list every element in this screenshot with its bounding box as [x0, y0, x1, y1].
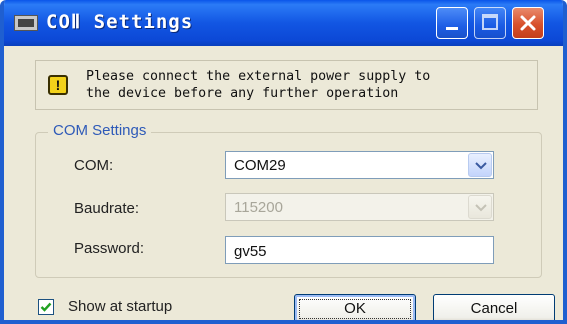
maximize-button[interactable]	[474, 7, 506, 39]
baudrate-select: 115200	[225, 193, 494, 221]
password-label: Password:	[74, 240, 145, 257]
minimize-icon	[446, 27, 458, 30]
checkmark-icon	[40, 302, 52, 312]
cancel-button[interactable]: Cancel	[433, 294, 555, 320]
window-app-icon	[14, 15, 38, 31]
chevron-down-icon	[475, 162, 487, 170]
close-button[interactable]	[512, 7, 544, 39]
show-at-startup-checkbox[interactable]	[38, 299, 54, 315]
password-value: gv55	[234, 243, 267, 260]
group-legend: COM Settings	[48, 122, 152, 139]
window-title: COⅡ Settings	[46, 11, 194, 33]
chevron-down-icon	[475, 204, 487, 212]
com-label: COM:	[74, 157, 114, 174]
password-field[interactable]: gv55	[225, 236, 494, 264]
com-dropdown-button[interactable]	[468, 153, 492, 177]
baudrate-label: Baudrate:	[74, 200, 140, 217]
maximize-icon	[482, 14, 498, 30]
minimize-button[interactable]	[436, 7, 468, 39]
com-port-select[interactable]: COM29	[225, 151, 494, 179]
power-notice: ! Please connect the external power supp…	[35, 60, 538, 110]
com-settings-dialog: COⅡ Settings ! Please connect the extern…	[0, 0, 567, 324]
title-bar[interactable]: COⅡ Settings	[4, 0, 563, 46]
warning-icon: !	[48, 75, 68, 95]
baudrate-dropdown-button	[468, 195, 492, 219]
close-icon	[520, 15, 536, 31]
baudrate-value: 115200	[234, 199, 283, 216]
show-at-startup-label[interactable]: Show at startup	[68, 298, 172, 315]
ok-button[interactable]: OK	[294, 294, 416, 320]
notice-text: Please connect the external power supply…	[86, 69, 431, 101]
com-port-value: COM29	[234, 157, 286, 174]
